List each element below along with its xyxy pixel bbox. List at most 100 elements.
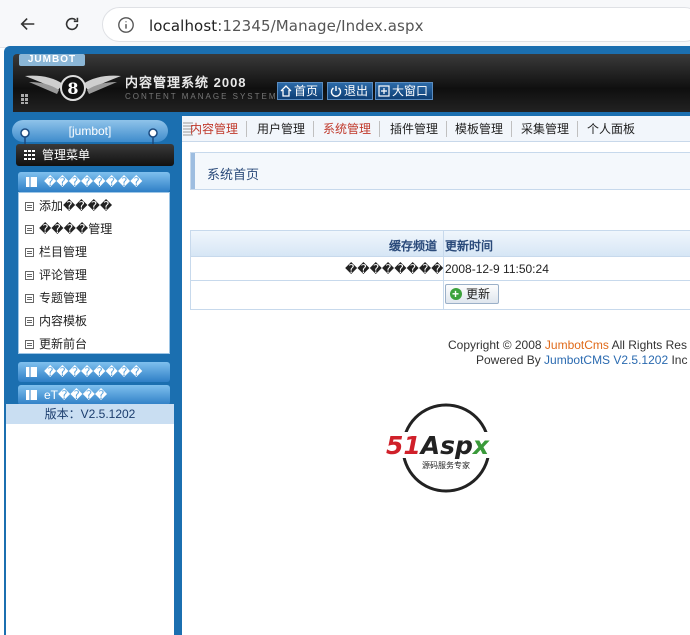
menu-group-label: eT���� [44, 388, 108, 402]
book-icon [26, 177, 37, 187]
reload-button[interactable] [58, 10, 86, 38]
menu-group-2[interactable]: �������� [18, 362, 170, 382]
logout-button-label: 退出 [344, 84, 369, 98]
system-subtitle: CONTENT MANAGE SYSTEM [125, 92, 278, 101]
menu-item-list: 添加���� ����管理 栏目管理 评论管理 专题管理 内容模板 更新前台 [18, 192, 170, 354]
main-content: 内容管理 用户管理 系统管理 插件管理 模板管理 采集管理 个人面板 系统首页 … [182, 116, 690, 635]
url-host: localhost [149, 17, 218, 35]
menu-item-label: 专题管理 [39, 291, 88, 305]
arrow-left-icon [20, 18, 35, 30]
copyright-suffix: All Rights Res [608, 338, 687, 352]
breadcrumb: 系统首页 [190, 152, 690, 190]
tab-template-manage[interactable]: 模板管理 [455, 121, 513, 137]
grid-icon [21, 94, 28, 104]
reload-icon [65, 17, 79, 31]
tab-collect-manage[interactable]: 采集管理 [521, 121, 579, 137]
logo-tagline: 源码服务专家 [422, 460, 470, 470]
tab-user-manage[interactable]: 用户管理 [257, 121, 315, 137]
powered-prefix: Powered By [476, 353, 545, 367]
home-button[interactable]: 首页 [277, 82, 324, 100]
menu-group-label: �������� [44, 365, 143, 379]
column-divider [443, 231, 444, 309]
back-button[interactable] [14, 10, 42, 38]
book-icon [26, 367, 37, 377]
menu-header-label: 管理菜单 [42, 148, 91, 162]
current-user: [jumbot] [12, 120, 168, 142]
maximize-button[interactable]: 大窗口 [375, 82, 434, 100]
breadcrumb-accent [191, 153, 195, 189]
system-title: 内容管理系统 2008 [125, 75, 247, 90]
plus-circle-icon [450, 285, 462, 303]
document-icon [25, 271, 34, 280]
page-title: 系统首页 [207, 167, 260, 182]
copyright-prefix: Copyright © 2008 [448, 338, 545, 352]
menu-item-label: 添加���� [39, 199, 113, 213]
table-header: 缓存频道 更新时间 [191, 231, 690, 257]
book-icon [26, 390, 37, 400]
tab-plugin-manage[interactable]: 插件管理 [390, 121, 448, 137]
channel-cell: �������� [345, 262, 444, 276]
info-icon[interactable] [117, 16, 135, 34]
copyright-line: Copyright © 2008 JumbotCms All Rights Re… [448, 338, 687, 353]
column-header-time: 更新时间 [445, 239, 494, 253]
expand-icon [378, 85, 390, 97]
footer-copyright: Copyright © 2008 JumbotCms All Rights Re… [448, 338, 687, 368]
menu-group-content[interactable]: �������� [18, 172, 170, 192]
menu-item-label: 更新前台 [39, 337, 88, 351]
refresh-button-label: 更新 [466, 287, 491, 301]
menu-item-comment-manage[interactable]: 评论管理 [23, 265, 87, 285]
powered-line: Powered By JumbotCMS V2.5.1202 Inc [448, 353, 687, 368]
menu-item-content-template[interactable]: 内容模板 [23, 311, 87, 331]
menu-item-update-frontend[interactable]: 更新前台 [23, 334, 87, 354]
home-button-label: 首页 [294, 84, 319, 98]
document-icon [25, 294, 34, 303]
column-header-channel: 缓存频道 [389, 239, 438, 253]
menu-header: 管理菜单 [16, 144, 174, 166]
powered-suffix: Inc [668, 353, 688, 367]
menu-item-label: ����管理 [39, 222, 113, 236]
logout-button[interactable]: 退出 [327, 82, 374, 100]
refresh-button[interactable]: 更新 [445, 284, 500, 304]
tab-personal-panel[interactable]: 个人面板 [587, 121, 643, 137]
grid-icon [24, 150, 35, 160]
menu-item-topic-manage[interactable]: 专题管理 [23, 288, 87, 308]
document-icon [25, 317, 34, 326]
url-text[interactable]: localhost:12345/Manage/Index.aspx [149, 17, 424, 35]
home-icon [280, 85, 292, 97]
menu-item-label: 评论管理 [39, 268, 88, 282]
version-label: 版本：V2.5.1202 [6, 404, 174, 424]
sidebar-blank [6, 424, 174, 635]
menu-item-label: 内容模板 [39, 314, 88, 328]
svg-text:51Aspx: 51Aspx [386, 431, 490, 460]
document-icon [25, 202, 34, 211]
power-icon [330, 86, 342, 97]
document-icon [25, 340, 34, 349]
copyright-brand-link[interactable]: JumbotCms [545, 338, 609, 352]
menu-item-add-content[interactable]: 添加���� [23, 196, 112, 216]
table-row: �������� 2008-12-9 11:50:24 [191, 257, 690, 281]
address-bar[interactable]: localhost:12345/Manage/Index.aspx [102, 7, 690, 42]
app-header: JUMBOT 8 内容管理系统 2008 CONTENT MANAGE SYST… [13, 54, 690, 112]
brand-tag: JUMBOT [19, 54, 85, 66]
browser-toolbar: localhost:12345/Manage/Index.aspx [0, 0, 690, 48]
menu-item-content-manage[interactable]: ����管理 [23, 219, 112, 239]
powered-brand-link[interactable]: JumbotCMS V2.5.1202 [544, 353, 668, 367]
cache-table: 缓存频道 更新时间 �������� 2008-12-9 11:50:24 更新 [190, 230, 690, 310]
svg-text:8: 8 [67, 79, 78, 98]
tab-bar: 内容管理 用户管理 系统管理 插件管理 模板管理 采集管理 个人面板 [182, 116, 690, 142]
sidebar: [jumbot] 管理菜单 �������� 添加���� ����管理 栏目管… [6, 118, 174, 635]
menu-group-label: �������� [44, 175, 143, 189]
51aspx-logo: 51Aspx 源码服务专家 [384, 403, 510, 493]
time-cell: 2008-12-9 11:50:24 [445, 262, 549, 276]
maximize-button-label: 大窗口 [392, 84, 429, 98]
document-icon [25, 225, 34, 234]
winged-logo-icon: 8 [25, 75, 121, 101]
menu-item-category-manage[interactable]: 栏目管理 [23, 242, 87, 262]
tab-system-manage[interactable]: 系统管理 [323, 121, 381, 137]
document-icon [25, 248, 34, 257]
table-row: 更新 [191, 281, 690, 309]
tab-content-manage[interactable]: 内容管理 [190, 121, 248, 137]
menu-item-label: 栏目管理 [39, 245, 88, 259]
url-path: :12345/Manage/Index.aspx [217, 17, 424, 35]
menu-group-3[interactable]: eT���� [18, 385, 170, 405]
